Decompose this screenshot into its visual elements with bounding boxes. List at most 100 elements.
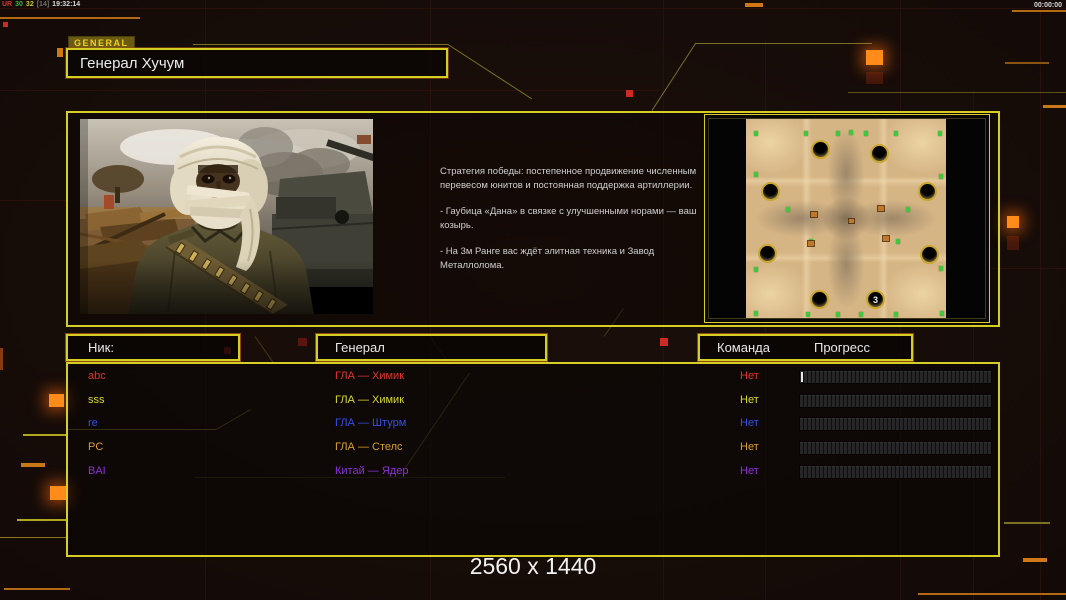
map-start-position bbox=[870, 144, 889, 163]
glow-square bbox=[49, 394, 64, 407]
map-start-position bbox=[810, 290, 829, 309]
accent-dash bbox=[21, 463, 45, 467]
accent-dash bbox=[0, 348, 3, 370]
hud-stat: UR bbox=[2, 1, 13, 8]
player-general: ГЛА — Штурм bbox=[335, 417, 407, 429]
hud-clock: 19:32:14 bbox=[52, 1, 81, 8]
briefing-panel: Стратегия победы: постепенное продвижени… bbox=[66, 111, 1000, 327]
map-supply-marker bbox=[836, 312, 840, 317]
player-team: Нет bbox=[740, 465, 759, 477]
map-start-position bbox=[811, 140, 830, 159]
resolution-label: 2560 x 1440 bbox=[469, 553, 597, 579]
map-supply-marker bbox=[859, 312, 863, 317]
column-header-team-progress: Команда Прогресс bbox=[698, 334, 913, 361]
player-list-panel: abc ГЛА — Химик Нет sss ГЛА — Химик Нет … bbox=[66, 362, 1000, 557]
map-supply-marker bbox=[906, 207, 910, 212]
player-team: Нет bbox=[740, 417, 759, 429]
loading-progress-bar bbox=[799, 370, 992, 384]
circuit-line bbox=[17, 519, 67, 521]
accent-dash bbox=[4, 588, 70, 590]
map-supply-marker bbox=[754, 172, 758, 177]
map-supply-marker bbox=[804, 131, 808, 136]
circuit-line bbox=[193, 44, 448, 45]
map-preview: 3 bbox=[746, 119, 946, 318]
accent-dash bbox=[0, 17, 140, 19]
map-supply-marker bbox=[938, 131, 942, 136]
player-general: ГЛА — Химик bbox=[335, 370, 405, 382]
map-supply-marker bbox=[754, 131, 758, 136]
circuit-line bbox=[848, 92, 1066, 93]
hud-stat: 30 bbox=[15, 1, 23, 8]
player-team: Нет bbox=[740, 370, 759, 382]
progress-header-label: Прогресс bbox=[813, 340, 870, 355]
glow-square bbox=[50, 486, 66, 500]
map-start-position-3: 3 bbox=[866, 290, 885, 309]
accent-dash bbox=[745, 3, 763, 7]
player-nick: abc bbox=[88, 370, 106, 382]
briefing-paragraph: Стратегия победы: постепенное продвижени… bbox=[440, 166, 697, 191]
glow-square bbox=[866, 50, 883, 65]
general-portrait bbox=[79, 119, 378, 315]
accent-dash bbox=[918, 593, 1066, 595]
red-square bbox=[626, 90, 633, 97]
map-start-position bbox=[920, 245, 939, 264]
map-supply-marker bbox=[754, 267, 758, 272]
map-debris bbox=[807, 240, 815, 247]
map-supply-marker bbox=[786, 207, 790, 212]
player-team: Нет bbox=[740, 441, 759, 453]
glow-square-reflection bbox=[1007, 236, 1019, 250]
circuit-line bbox=[651, 43, 696, 111]
grid-line bbox=[1040, 0, 1041, 600]
circuit-line bbox=[695, 43, 872, 44]
hud-debug-stats: UR 30 32 [14] 19:32:14 bbox=[2, 1, 83, 8]
map-supply-marker bbox=[864, 131, 868, 136]
briefing-paragraph: - На 3м Ранге вас ждёт элитная техника и… bbox=[440, 246, 655, 271]
player-nick: sss bbox=[88, 394, 105, 406]
circuit-line bbox=[23, 434, 67, 436]
general-portrait-art bbox=[79, 119, 378, 315]
player-row: re ГЛА — Штурм Нет bbox=[68, 417, 998, 437]
match-timer: 00:00:00 bbox=[1033, 2, 1062, 9]
circuit-line bbox=[447, 44, 533, 100]
map-supply-marker bbox=[754, 311, 758, 316]
nick-header-label: Ник: bbox=[88, 340, 114, 355]
red-square bbox=[298, 338, 307, 346]
map-supply-marker bbox=[806, 312, 810, 317]
grid-line bbox=[0, 8, 1066, 9]
map-supply-marker bbox=[894, 131, 898, 136]
map-preview-box: 3 bbox=[704, 114, 990, 323]
grid-line bbox=[0, 90, 660, 91]
player-row: BAI Китай — Ядер Нет bbox=[68, 465, 998, 485]
player-row: abc ГЛА — Химик Нет bbox=[68, 370, 998, 390]
map-debris bbox=[848, 218, 855, 224]
loading-screen: UR 30 32 [14] 19:32:14 00:00:00 GENERAL Гене… bbox=[0, 0, 1066, 600]
accent-dash bbox=[1012, 10, 1066, 12]
general-header-label: Генерал bbox=[335, 340, 385, 355]
map-debris bbox=[882, 235, 890, 242]
circuit-line bbox=[0, 537, 67, 538]
loading-progress-bar bbox=[799, 441, 992, 455]
start-position-number: 3 bbox=[872, 294, 878, 305]
map-supply-marker bbox=[849, 130, 853, 135]
grid-line bbox=[0, 200, 66, 201]
map-start-position bbox=[918, 182, 937, 201]
circuit-line bbox=[254, 336, 275, 365]
column-header-nick: Ник: bbox=[66, 334, 240, 361]
player-general: ГЛА — Химик bbox=[335, 394, 405, 406]
accent-dash bbox=[1043, 105, 1066, 108]
loading-progress-bar bbox=[799, 394, 992, 408]
player-nick: PC bbox=[88, 441, 104, 453]
map-supply-marker bbox=[940, 311, 944, 316]
map-supply-marker bbox=[894, 312, 898, 317]
map-supply-marker bbox=[836, 131, 840, 136]
briefing-paragraph: - Гаубица «Дана» в связке с улучшенными … bbox=[440, 206, 697, 231]
column-header-general: Генерал bbox=[316, 334, 547, 361]
player-general: ГЛА — Стелс bbox=[335, 441, 403, 453]
player-nick: re bbox=[88, 417, 98, 429]
loading-progress-bar bbox=[799, 417, 992, 431]
red-square bbox=[3, 22, 8, 27]
general-title-box: Генерал Хучум bbox=[66, 48, 448, 78]
player-general: Китай — Ядер bbox=[335, 465, 409, 477]
hud-stat: [14] bbox=[36, 1, 50, 8]
map-debris bbox=[810, 211, 818, 218]
